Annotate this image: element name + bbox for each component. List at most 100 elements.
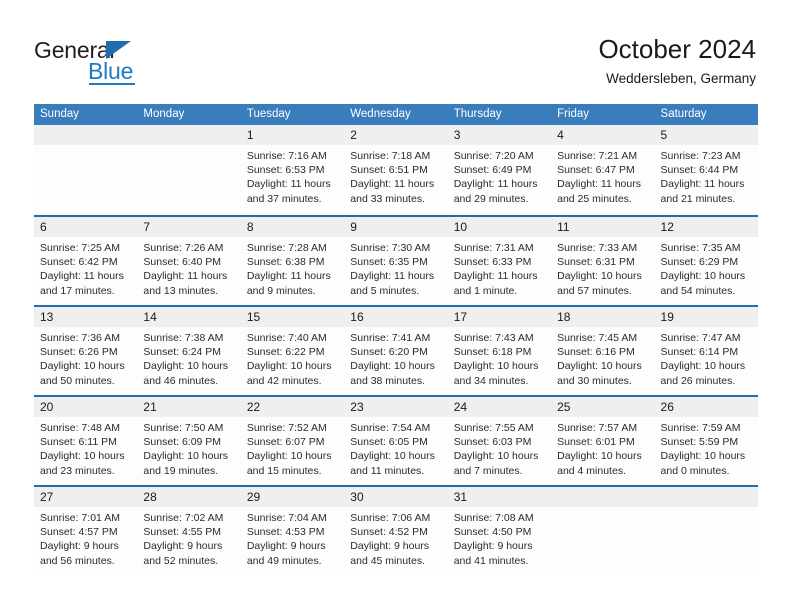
day-cell-6[interactable]: 6 Sunrise: 7:25 AM Sunset: 6:42 PM Daylight… [34,217,138,305]
day-number: 18 [557,310,571,324]
day-details: Sunrise: 7:21 AM Sunset: 6:47 PM Daylight:… [551,145,654,206]
day-cell-31[interactable]: 31 Sunrise: 7:08 AM Sunset: 4:50 PM Dayligh… [447,487,552,575]
day-cell-15[interactable]: 15 Sunrise: 7:40 AM Sunset: 6:22 PM Dayligh… [240,307,345,395]
day-sunrise-text: Sunrise: 7:38 AM [143,332,224,344]
day-sunrise-text: Sunrise: 7:45 AM [557,332,638,344]
day-daylight-text: and 13 minutes. [143,284,219,297]
day-cell-25[interactable]: 25 Sunrise: 7:57 AM Sunset: 6:01 PM Dayligh… [551,397,655,485]
day-number: 28 [143,490,157,504]
day-number-band: 20 [34,397,138,417]
day-cell-9[interactable]: 9 Sunrise: 7:30 AM Sunset: 6:35 PM Daylight… [344,217,448,305]
day-daylight-text: Daylight: 9 hours [40,540,119,553]
day-details: Sunrise: 7:28 AM Sunset: 6:38 PM Daylight:… [241,237,344,298]
day-cell-1[interactable]: 1 Sunrise: 7:16 AM Sunset: 6:53 PM Daylight… [240,125,345,215]
day-sunrise-text: Sunrise: 7:47 AM [660,332,741,344]
title-block: October 2024 Weddersleben, Germany [598,34,756,88]
day-sunrise-text: Sunrise: 7:25 AM [40,242,120,254]
day-cell-13[interactable]: 13 Sunrise: 7:36 AM Sunset: 6:26 PM Dayligh… [34,307,138,395]
day-sunset-text: Sunset: 6:40 PM [143,256,222,269]
day-sunset-text: Sunset: 6:11 PM [40,436,117,449]
day-cell-24[interactable]: 24 Sunrise: 7:55 AM Sunset: 6:03 PM Dayligh… [447,397,552,485]
day-number: 3 [453,128,461,142]
day-daylight-text: Daylight: 10 hours [557,270,642,283]
day-number: 15 [246,310,261,324]
day-daylight-text: Daylight: 11 hours [246,270,331,283]
day-number-band: 29 [240,487,345,507]
day-sunset-text: Sunset: 6:05 PM [350,436,428,449]
day-number: 6 [40,220,47,234]
day-sunrise-text: Sunrise: 7:52 AM [246,422,327,434]
day-daylight-text: Daylight: 9 hours [246,540,326,553]
day-cell-16[interactable]: 16 Sunrise: 7:41 AM Sunset: 6:20 PM Dayligh… [344,307,448,395]
day-cell-10[interactable]: 10 Sunrise: 7:31 AM Sunset: 6:33 PM Dayligh… [447,217,552,305]
day-sunrise-text: Sunrise: 7:36 AM [40,332,120,344]
day-cell-17[interactable]: 17 Sunrise: 7:43 AM Sunset: 6:18 PM Dayligh… [447,307,552,395]
day-cell-4[interactable]: 4 Sunrise: 7:21 AM Sunset: 6:47 PM Daylight… [551,125,655,215]
day-number-band: 16 [344,307,448,327]
day-number-band: 9 [344,217,448,237]
day-details: Sunrise: 7:01 AM Sunset: 4:57 PM Daylight:… [34,507,137,568]
day-sunset-text: Sunset: 6:24 PM [143,346,222,359]
day-cell-5[interactable]: 5 Sunrise: 7:23 AM Sunset: 6:44 PM Daylight… [654,125,758,215]
day-daylight-text: Daylight: 10 hours [557,360,642,373]
day-sunrise-text: Sunrise: 7:57 AM [557,422,638,434]
day-details: Sunrise: 7:26 AM Sunset: 6:40 PM Daylight:… [137,237,240,298]
day-cell-27[interactable]: 27 Sunrise: 7:01 AM Sunset: 4:57 PM Dayligh… [34,487,138,575]
calendar-week-row: 6 Sunrise: 7:25 AM Sunset: 6:42 PM Daylight… [34,215,758,305]
day-daylight-text: Daylight: 10 hours [246,360,332,373]
day-cell-8[interactable]: 8 Sunrise: 7:28 AM Sunset: 6:38 PM Daylight… [240,217,345,305]
day-cell-22[interactable]: 22 Sunrise: 7:52 AM Sunset: 6:07 PM Dayligh… [240,397,345,485]
day-cell-2[interactable]: 2 Sunrise: 7:18 AM Sunset: 6:51 PM Daylight… [344,125,448,215]
day-daylight-text: Daylight: 10 hours [350,450,435,463]
day-daylight-text: and 1 minute. [453,284,518,297]
general-blue-logo: General Blue [34,38,164,86]
day-number: 8 [246,220,254,234]
day-cell-3[interactable]: 3 Sunrise: 7:20 AM Sunset: 6:49 PM Daylight… [447,125,552,215]
day-sunrise-text: Sunrise: 7:48 AM [40,422,120,434]
day-cell-7[interactable]: 7 Sunrise: 7:26 AM Sunset: 6:40 PM Daylight… [137,217,241,305]
day-cell-12[interactable]: 12 Sunrise: 7:35 AM Sunset: 6:29 PM Dayligh… [654,217,758,305]
day-daylight-text: Daylight: 10 hours [660,450,746,463]
day-number: 21 [143,400,157,414]
day-sunrise-text: Sunrise: 7:28 AM [246,242,327,254]
calendar-week-row: 20 Sunrise: 7:48 AM Sunset: 6:11 PM Dayligh… [34,395,758,485]
day-cell-18[interactable]: 18 Sunrise: 7:45 AM Sunset: 6:16 PM Dayligh… [551,307,655,395]
day-cell-11[interactable]: 11 Sunrise: 7:33 AM Sunset: 6:31 PM Dayligh… [551,217,655,305]
day-details: Sunrise: 7:43 AM Sunset: 6:18 PM Daylight:… [448,327,551,388]
day-details: Sunrise: 7:52 AM Sunset: 6:07 PM Daylight:… [241,417,344,478]
day-cell-14[interactable]: 14 Sunrise: 7:38 AM Sunset: 6:24 PM Dayligh… [137,307,241,395]
day-sunset-text: Sunset: 6:29 PM [660,256,739,269]
day-number-band: 3 [447,125,552,145]
day-sunset-text: Sunset: 6:38 PM [246,256,325,269]
weekday-header-friday: Friday [557,108,590,120]
day-daylight-text: Daylight: 10 hours [246,450,332,463]
weekday-header-tuesday: Tuesday [246,108,291,120]
day-number-band: 23 [344,397,448,417]
day-details: Sunrise: 7:40 AM Sunset: 6:22 PM Daylight:… [241,327,344,388]
day-cell-26[interactable]: 26 Sunrise: 7:59 AM Sunset: 5:59 PM Dayligh… [654,397,758,485]
calendar-week-row: 1 Sunrise: 7:16 AM Sunset: 6:53 PM Daylight… [34,125,758,215]
day-sunset-text: Sunset: 4:57 PM [40,526,118,539]
calendar-grid: Sunday Monday Tuesday Wednesday Thursday Frid… [34,104,758,575]
page-subtitle: Weddersleben, Germany [606,71,756,86]
day-sunset-text: Sunset: 6:01 PM [557,436,635,449]
day-cell-30[interactable]: 30 Sunrise: 7:06 AM Sunset: 4:52 PM Dayligh… [344,487,448,575]
day-cell-29[interactable]: 29 Sunrise: 7:04 AM Sunset: 4:53 PM Dayligh… [240,487,345,575]
day-cell-28[interactable]: 28 Sunrise: 7:02 AM Sunset: 4:55 PM Dayligh… [137,487,241,575]
day-cell-19[interactable]: 19 Sunrise: 7:47 AM Sunset: 6:14 PM Dayligh… [654,307,758,395]
day-cell-23[interactable]: 23 Sunrise: 7:54 AM Sunset: 6:05 PM Dayligh… [344,397,448,485]
day-details: Sunrise: 7:36 AM Sunset: 6:26 PM Daylight:… [34,327,137,388]
day-daylight-text: Daylight: 11 hours [40,270,124,283]
day-daylight-text: and 23 minutes. [40,464,115,477]
day-daylight-text: Daylight: 10 hours [40,450,125,463]
day-daylight-text: and 7 minutes. [453,464,523,477]
day-number-band [34,125,138,145]
day-sunrise-text: Sunrise: 7:18 AM [350,150,431,162]
day-sunrise-text: Sunrise: 7:55 AM [453,422,534,434]
day-cell-21[interactable]: 21 Sunrise: 7:50 AM Sunset: 6:09 PM Dayligh… [137,397,241,485]
day-number-band: 21 [137,397,241,417]
day-cell-20[interactable]: 20 Sunrise: 7:48 AM Sunset: 6:11 PM Dayligh… [34,397,138,485]
triangle-icon [106,41,131,59]
day-sunset-text: Sunset: 6:22 PM [246,346,325,359]
day-number-band: 18 [551,307,655,327]
